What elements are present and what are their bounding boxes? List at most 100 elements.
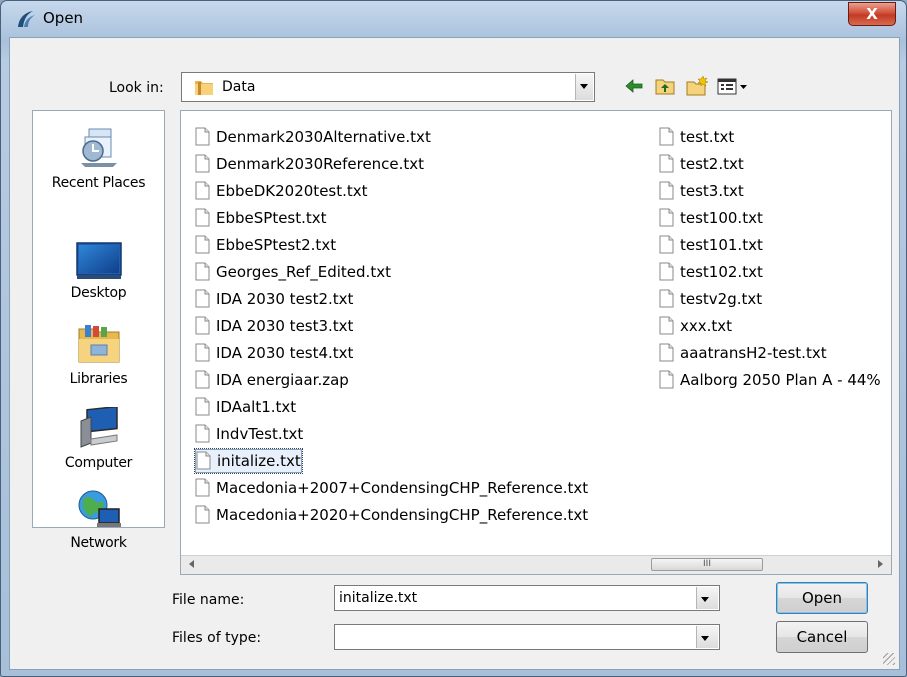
file-item[interactable]: testv2g.txt xyxy=(659,287,762,311)
text-file-icon xyxy=(659,370,674,388)
scroll-right-icon[interactable] xyxy=(878,560,883,568)
files-of-type-label: Files of type: xyxy=(172,630,262,646)
files-of-type-dropdown[interactable] xyxy=(334,624,720,650)
open-dialog-window: Open X Look in: Data Recent Places Deskt… xyxy=(0,0,907,677)
file-item-label: IDAalt1.txt xyxy=(216,398,297,416)
file-item-label: IDA 2030 test2.txt xyxy=(216,290,354,308)
text-file-icon xyxy=(659,181,674,199)
file-item[interactable]: test101.txt xyxy=(659,233,763,257)
file-item[interactable]: EbbeSPtest.txt xyxy=(195,206,327,230)
close-button[interactable]: X xyxy=(848,2,896,26)
file-item-label: test.txt xyxy=(680,128,735,146)
place-recent-places[interactable]: Recent Places xyxy=(33,123,164,191)
file-item[interactable]: Macedonia+2007+CondensingCHP_Reference.t… xyxy=(195,476,588,500)
look-in-label: Look in: xyxy=(109,80,164,96)
file-item[interactable]: Aalborg 2050 Plan A - 44% xyxy=(659,368,881,392)
text-file-icon xyxy=(659,235,674,253)
look-in-dropdown-arrow[interactable] xyxy=(575,74,593,100)
file-item-label: Macedonia+2020+CondensingCHP_Reference.t… xyxy=(216,506,589,524)
desktop-icon xyxy=(75,242,122,279)
place-label: Recent Places xyxy=(51,175,146,191)
title-bar[interactable]: Open X xyxy=(1,1,906,37)
file-item-label: Denmark2030Alternative.txt xyxy=(216,128,431,146)
text-file-icon xyxy=(659,316,674,334)
file-name-value: initalize.txt xyxy=(339,590,418,606)
window-title: Open xyxy=(43,9,84,27)
file-item[interactable]: IDAalt1.txt xyxy=(195,395,296,419)
file-item[interactable]: xxx.txt xyxy=(659,314,732,338)
new-folder-icon[interactable] xyxy=(684,74,710,98)
text-file-icon xyxy=(195,343,210,361)
view-menu-icon[interactable] xyxy=(716,74,752,98)
place-label: Computer xyxy=(64,455,133,471)
up-folder-icon[interactable] xyxy=(653,74,677,98)
file-item[interactable]: EbbeDK2020test.txt xyxy=(195,179,368,203)
file-item-label: IndvTest.txt xyxy=(216,425,304,443)
place-label: Libraries xyxy=(69,371,128,387)
place-label: Desktop xyxy=(70,285,127,301)
file-item[interactable]: IDA 2030 test2.txt xyxy=(195,287,353,311)
look-in-dropdown[interactable]: Data xyxy=(181,72,595,102)
libraries-icon xyxy=(78,325,119,363)
file-item-label: test102.txt xyxy=(680,263,763,281)
place-libraries[interactable]: Libraries xyxy=(33,321,164,387)
scroll-thumb[interactable]: III xyxy=(651,558,763,571)
file-item[interactable]: EbbeSPtest2.txt xyxy=(195,233,336,257)
file-item[interactable]: Denmark2030Reference.txt xyxy=(195,152,424,176)
file-name-dropdown-arrow[interactable] xyxy=(696,587,718,609)
file-item-label: initalize.txt xyxy=(217,452,301,470)
text-file-icon xyxy=(659,208,674,226)
text-file-icon xyxy=(195,127,210,145)
folder-icon xyxy=(195,81,213,95)
scroll-left-icon[interactable] xyxy=(189,560,194,568)
file-item-label: test100.txt xyxy=(680,209,763,227)
file-item[interactable]: test2.txt xyxy=(659,152,744,176)
file-item[interactable]: IDA 2030 test3.txt xyxy=(195,314,353,338)
file-item[interactable]: test.txt xyxy=(659,125,734,149)
text-file-icon xyxy=(659,289,674,307)
file-item[interactable]: Macedonia+2020+CondensingCHP_Reference.t… xyxy=(195,503,588,527)
network-icon xyxy=(78,490,121,527)
file-item-label: IDA energiaar.zap xyxy=(216,371,349,389)
horizontal-scrollbar[interactable]: III xyxy=(181,555,891,574)
recent-places-icon xyxy=(80,128,117,167)
computer-icon xyxy=(80,407,118,448)
place-desktop[interactable]: Desktop xyxy=(33,241,164,301)
file-item[interactable]: test102.txt xyxy=(659,260,763,284)
file-item[interactable]: aaatransH2-test.txt xyxy=(659,341,827,365)
place-network[interactable]: Network xyxy=(33,487,164,551)
back-arrow-icon[interactable] xyxy=(622,74,646,98)
text-file-icon xyxy=(659,154,674,172)
dialog-body: Look in: Data Recent Places Desktop Libr… xyxy=(9,37,900,670)
file-item[interactable]: test100.txt xyxy=(659,206,763,230)
file-item[interactable]: Georges_Ref_Edited.txt xyxy=(195,260,391,284)
look-in-value: Data xyxy=(222,79,256,95)
place-computer[interactable]: Computer xyxy=(33,407,164,471)
file-item[interactable]: Denmark2030Alternative.txt xyxy=(195,125,431,149)
place-label: Network xyxy=(70,535,127,551)
app-logo-icon xyxy=(18,11,35,27)
file-item-label: test3.txt xyxy=(680,182,744,200)
file-item[interactable]: IDA energiaar.zap xyxy=(195,368,349,392)
text-file-icon xyxy=(195,262,210,280)
file-item[interactable]: IDA 2030 test4.txt xyxy=(195,341,353,365)
file-item-label: Macedonia+2007+CondensingCHP_Reference.t… xyxy=(216,479,589,497)
cancel-button[interactable]: Cancel xyxy=(776,621,868,653)
text-file-icon xyxy=(195,316,210,334)
files-of-type-dropdown-arrow[interactable] xyxy=(696,626,718,648)
text-file-icon xyxy=(659,262,674,280)
file-name-combo[interactable]: initalize.txt xyxy=(334,585,720,611)
text-file-icon xyxy=(195,181,210,199)
file-list[interactable]: Denmark2030Alternative.txt Denmark2030Ref… xyxy=(180,110,892,575)
text-file-icon xyxy=(195,154,210,172)
open-button[interactable]: Open xyxy=(776,582,868,614)
resize-grip-icon[interactable] xyxy=(883,653,895,665)
text-file-icon xyxy=(195,208,210,226)
file-item[interactable]: test3.txt xyxy=(659,179,744,203)
file-item[interactable]: IndvTest.txt xyxy=(195,422,303,446)
text-file-icon xyxy=(195,478,210,496)
file-item-label: test101.txt xyxy=(680,236,763,254)
file-item-label: test2.txt xyxy=(680,155,744,173)
file-item[interactable]: initalize.txt xyxy=(194,448,303,474)
file-item-label: testv2g.txt xyxy=(680,290,763,308)
